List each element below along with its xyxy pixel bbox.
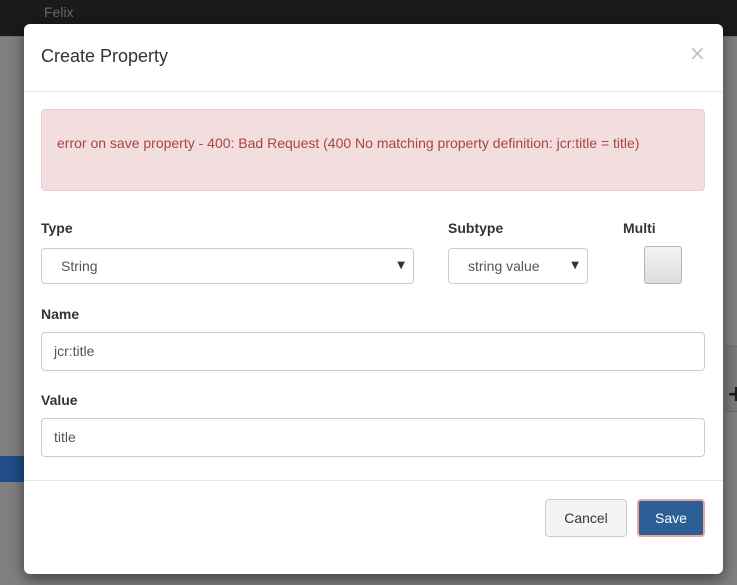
name-input[interactable]: jcr:title xyxy=(41,332,705,371)
name-label: Name xyxy=(41,306,80,322)
plus-icon: + xyxy=(727,382,737,407)
background-brand: Felix xyxy=(44,4,74,20)
multi-checkbox[interactable] xyxy=(644,246,682,284)
close-icon[interactable]: × xyxy=(689,42,706,64)
create-property-dialog: Create Property × error on save property… xyxy=(24,24,723,574)
type-label: Type xyxy=(41,220,73,236)
value-label: Value xyxy=(41,392,78,408)
cancel-button[interactable]: Cancel xyxy=(545,499,627,537)
type-select-value: String xyxy=(61,258,98,274)
value-input[interactable]: title xyxy=(41,418,705,457)
multi-label: Multi xyxy=(623,220,656,236)
subtype-select-value: string value xyxy=(468,258,540,274)
save-button[interactable]: Save xyxy=(637,499,705,537)
chevron-down-icon: ▼ xyxy=(397,260,405,271)
dialog-header: Create Property × xyxy=(24,24,723,92)
error-alert: error on save property - 400: Bad Reques… xyxy=(41,109,705,191)
dialog-title: Create Property xyxy=(41,46,169,66)
chevron-down-icon: ▼ xyxy=(571,260,579,271)
type-select[interactable]: String ▼ xyxy=(41,248,414,284)
subtype-label: Subtype xyxy=(448,220,504,236)
subtype-select[interactable]: string value ▼ xyxy=(448,248,588,284)
